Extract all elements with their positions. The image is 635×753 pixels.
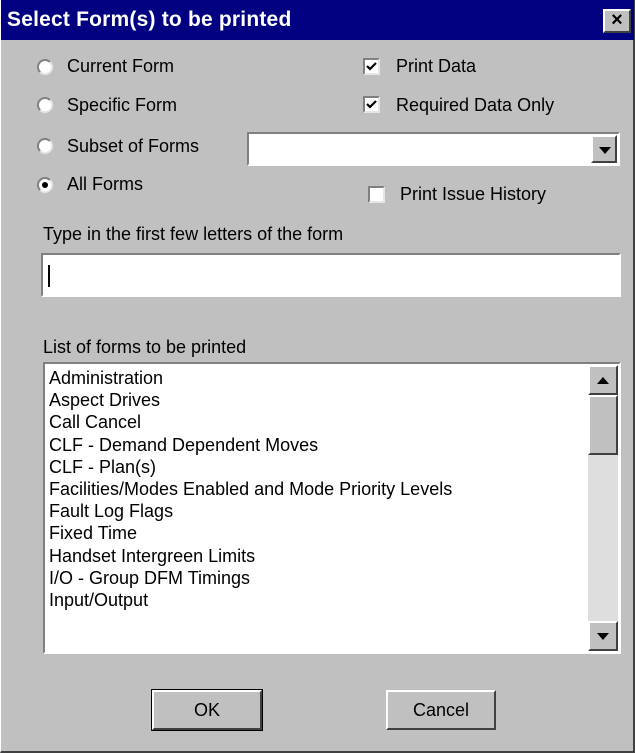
list-item[interactable]: CLF - Plan(s) [49,457,452,479]
vertical-scrollbar[interactable] [588,365,618,651]
checkbox-required-data-only-label[interactable]: Required Data Only [396,95,554,116]
form-search-input[interactable] [41,253,621,297]
radio-all-forms-indicator[interactable] [37,177,53,193]
close-button[interactable]: × [603,9,631,33]
list-item[interactable]: I/O - Group DFM Timings [49,568,452,590]
list-item[interactable]: Fixed Time [49,523,452,545]
checkmark-icon [366,100,377,109]
chevron-up-icon [597,377,609,384]
list-item[interactable]: Handset Intergreen Limits [49,546,452,568]
list-item[interactable]: Aspect Drives [49,390,452,412]
checkbox-print-issue-history-box[interactable] [368,186,385,203]
list-item[interactable]: Input/Output [49,590,452,612]
checkbox-required-data-only-box[interactable] [363,96,380,113]
list-item[interactable]: Fault Log Flags [49,501,452,523]
list-item[interactable]: Administration [49,368,452,390]
checkbox-print-issue-history-label[interactable]: Print Issue History [400,184,546,205]
radio-current-form-indicator[interactable] [37,59,53,75]
radio-all-forms-label[interactable]: All Forms [67,174,143,195]
ok-button[interactable]: OK [151,689,263,731]
radio-specific-form-label[interactable]: Specific Form [67,95,177,116]
form-list[interactable]: Administration Aspect Drives Call Cancel… [43,362,621,654]
title-bar[interactable]: Select Form(s) to be printed × [1,0,634,40]
search-label: Type in the first few letters of the for… [43,224,344,244]
checkbox-print-data-label[interactable]: Print Data [396,56,476,77]
text-caret [48,265,50,287]
dropdown-arrow-button[interactable] [591,135,617,163]
form-list-items: Administration Aspect Drives Call Cancel… [49,368,452,612]
list-item[interactable]: Call Cancel [49,412,452,434]
radio-selected-dot [42,182,48,188]
scroll-down-button[interactable] [588,621,618,651]
scroll-up-button[interactable] [588,365,618,395]
chevron-down-icon [597,633,609,640]
scrollbar-thumb[interactable] [588,395,618,455]
radio-subset-of-forms-label[interactable]: Subset of Forms [67,136,199,157]
cancel-button[interactable]: Cancel [386,690,496,730]
checkmark-icon [366,62,377,71]
list-item[interactable]: Facilities/Modes Enabled and Mode Priori… [49,479,452,501]
radio-specific-form-indicator[interactable] [37,97,53,113]
print-forms-dialog: Select Form(s) to be printed × Current F… [0,0,635,753]
list-item[interactable]: CLF - Demand Dependent Moves [49,435,452,457]
radio-current-form-label[interactable]: Current Form [67,56,174,77]
chevron-down-icon [599,147,611,154]
form-list-label: List of forms to be printed [43,337,247,357]
subset-forms-dropdown[interactable] [247,132,620,166]
checkbox-print-data-box[interactable] [363,58,380,75]
window-title: Select Form(s) to be printed [7,8,292,31]
radio-subset-of-forms-indicator[interactable] [37,138,53,154]
